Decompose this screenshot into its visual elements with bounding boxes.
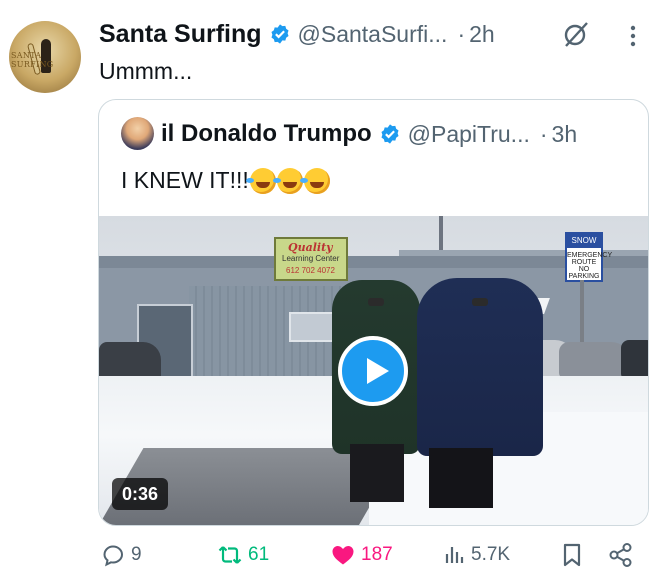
snow-sign-line2: EMERGENCY ROUTE	[567, 252, 613, 266]
store-sign-line2: Learning Center	[282, 254, 340, 263]
quoted-tweet[interactable]: il Donaldo Trumpo @PapiTru... · 3h I KNE…	[98, 99, 649, 526]
tweet-actions: 9 61 187 5.7K	[0, 538, 667, 572]
repost-icon	[218, 546, 242, 564]
verified-badge-icon	[381, 124, 399, 144]
views-count: 5.7K	[471, 544, 511, 565]
reply-count: 9	[131, 544, 142, 565]
person-green-skirt	[350, 444, 404, 502]
store-sign-line3: 612 702 4072	[286, 266, 335, 275]
author-avatar[interactable]: SANTA SURFING	[9, 21, 81, 93]
verified-badge-icon	[270, 24, 289, 44]
repost-count: 61	[248, 544, 270, 565]
quoted-author-name[interactable]: il Donaldo Trumpo	[161, 120, 372, 148]
tweet-time[interactable]: 2h	[469, 21, 495, 48]
share-icon	[609, 543, 632, 567]
grok-icon[interactable]	[562, 20, 590, 48]
tweet-header: Santa Surfing @SantaSurfi... · 2h	[99, 17, 495, 51]
laughing-emoji-icon	[299, 167, 330, 194]
analytics-icon	[445, 547, 464, 563]
share-button[interactable]	[608, 538, 639, 572]
video-duration: 0:36	[112, 478, 169, 510]
person-navy-skirt	[429, 448, 493, 508]
reply-button[interactable]: 9	[102, 538, 142, 572]
snow-sign-line1: SNOW	[567, 234, 601, 248]
avatar-text: SANTA SURFING	[11, 51, 54, 69]
quoted-tweet-text-content: I KNEW IT!!!	[121, 167, 249, 193]
laughing-emoji-icon	[245, 167, 276, 194]
bookmark-button[interactable]	[561, 538, 588, 572]
separator-dot: ·	[539, 120, 548, 147]
snow-sign-lines: EMERGENCY ROUTE NO PARKING	[567, 252, 613, 280]
face-covering	[472, 298, 488, 306]
store-sign: Quality Learning Center 612 702 4072	[274, 237, 348, 281]
quoted-tweet-time[interactable]: 3h	[552, 121, 578, 148]
quoted-tweet-header: il Donaldo Trumpo @PapiTru... · 3h	[161, 116, 577, 152]
more-options-icon[interactable]	[623, 22, 643, 50]
bookmark-icon	[563, 543, 581, 567]
laughing-emoji-icon	[272, 167, 303, 194]
store-sign-line1: Quality	[288, 241, 333, 254]
author-handle[interactable]: @SantaSurfi...	[298, 21, 448, 48]
author-name[interactable]: Santa Surfing	[99, 20, 262, 49]
play-button[interactable]	[338, 336, 408, 406]
tweet-text: Ummm...	[99, 58, 193, 84]
heart-filled-icon	[332, 546, 354, 565]
views-button[interactable]: 5.7K	[444, 538, 510, 572]
like-button[interactable]: 187	[330, 538, 393, 572]
like-count: 187	[361, 544, 393, 565]
quoted-author-handle[interactable]: @PapiTru...	[408, 121, 530, 148]
snow-sign-line3: NO PARKING	[568, 266, 600, 280]
person-navy-robe	[417, 278, 543, 456]
repost-button[interactable]: 61	[217, 538, 269, 572]
video-player[interactable]: Quality Learning Center 612 702 4072 SNO…	[99, 216, 648, 525]
quoted-author-avatar[interactable]	[121, 117, 154, 150]
quoted-tweet-text: I KNEW IT!!!	[121, 167, 330, 194]
face-covering	[368, 298, 384, 306]
separator-dot: ·	[457, 20, 466, 47]
reply-icon	[103, 545, 124, 567]
parked-car	[621, 340, 648, 378]
snow-route-sign: SNOW EMERGENCY ROUTE NO PARKING	[565, 232, 613, 282]
